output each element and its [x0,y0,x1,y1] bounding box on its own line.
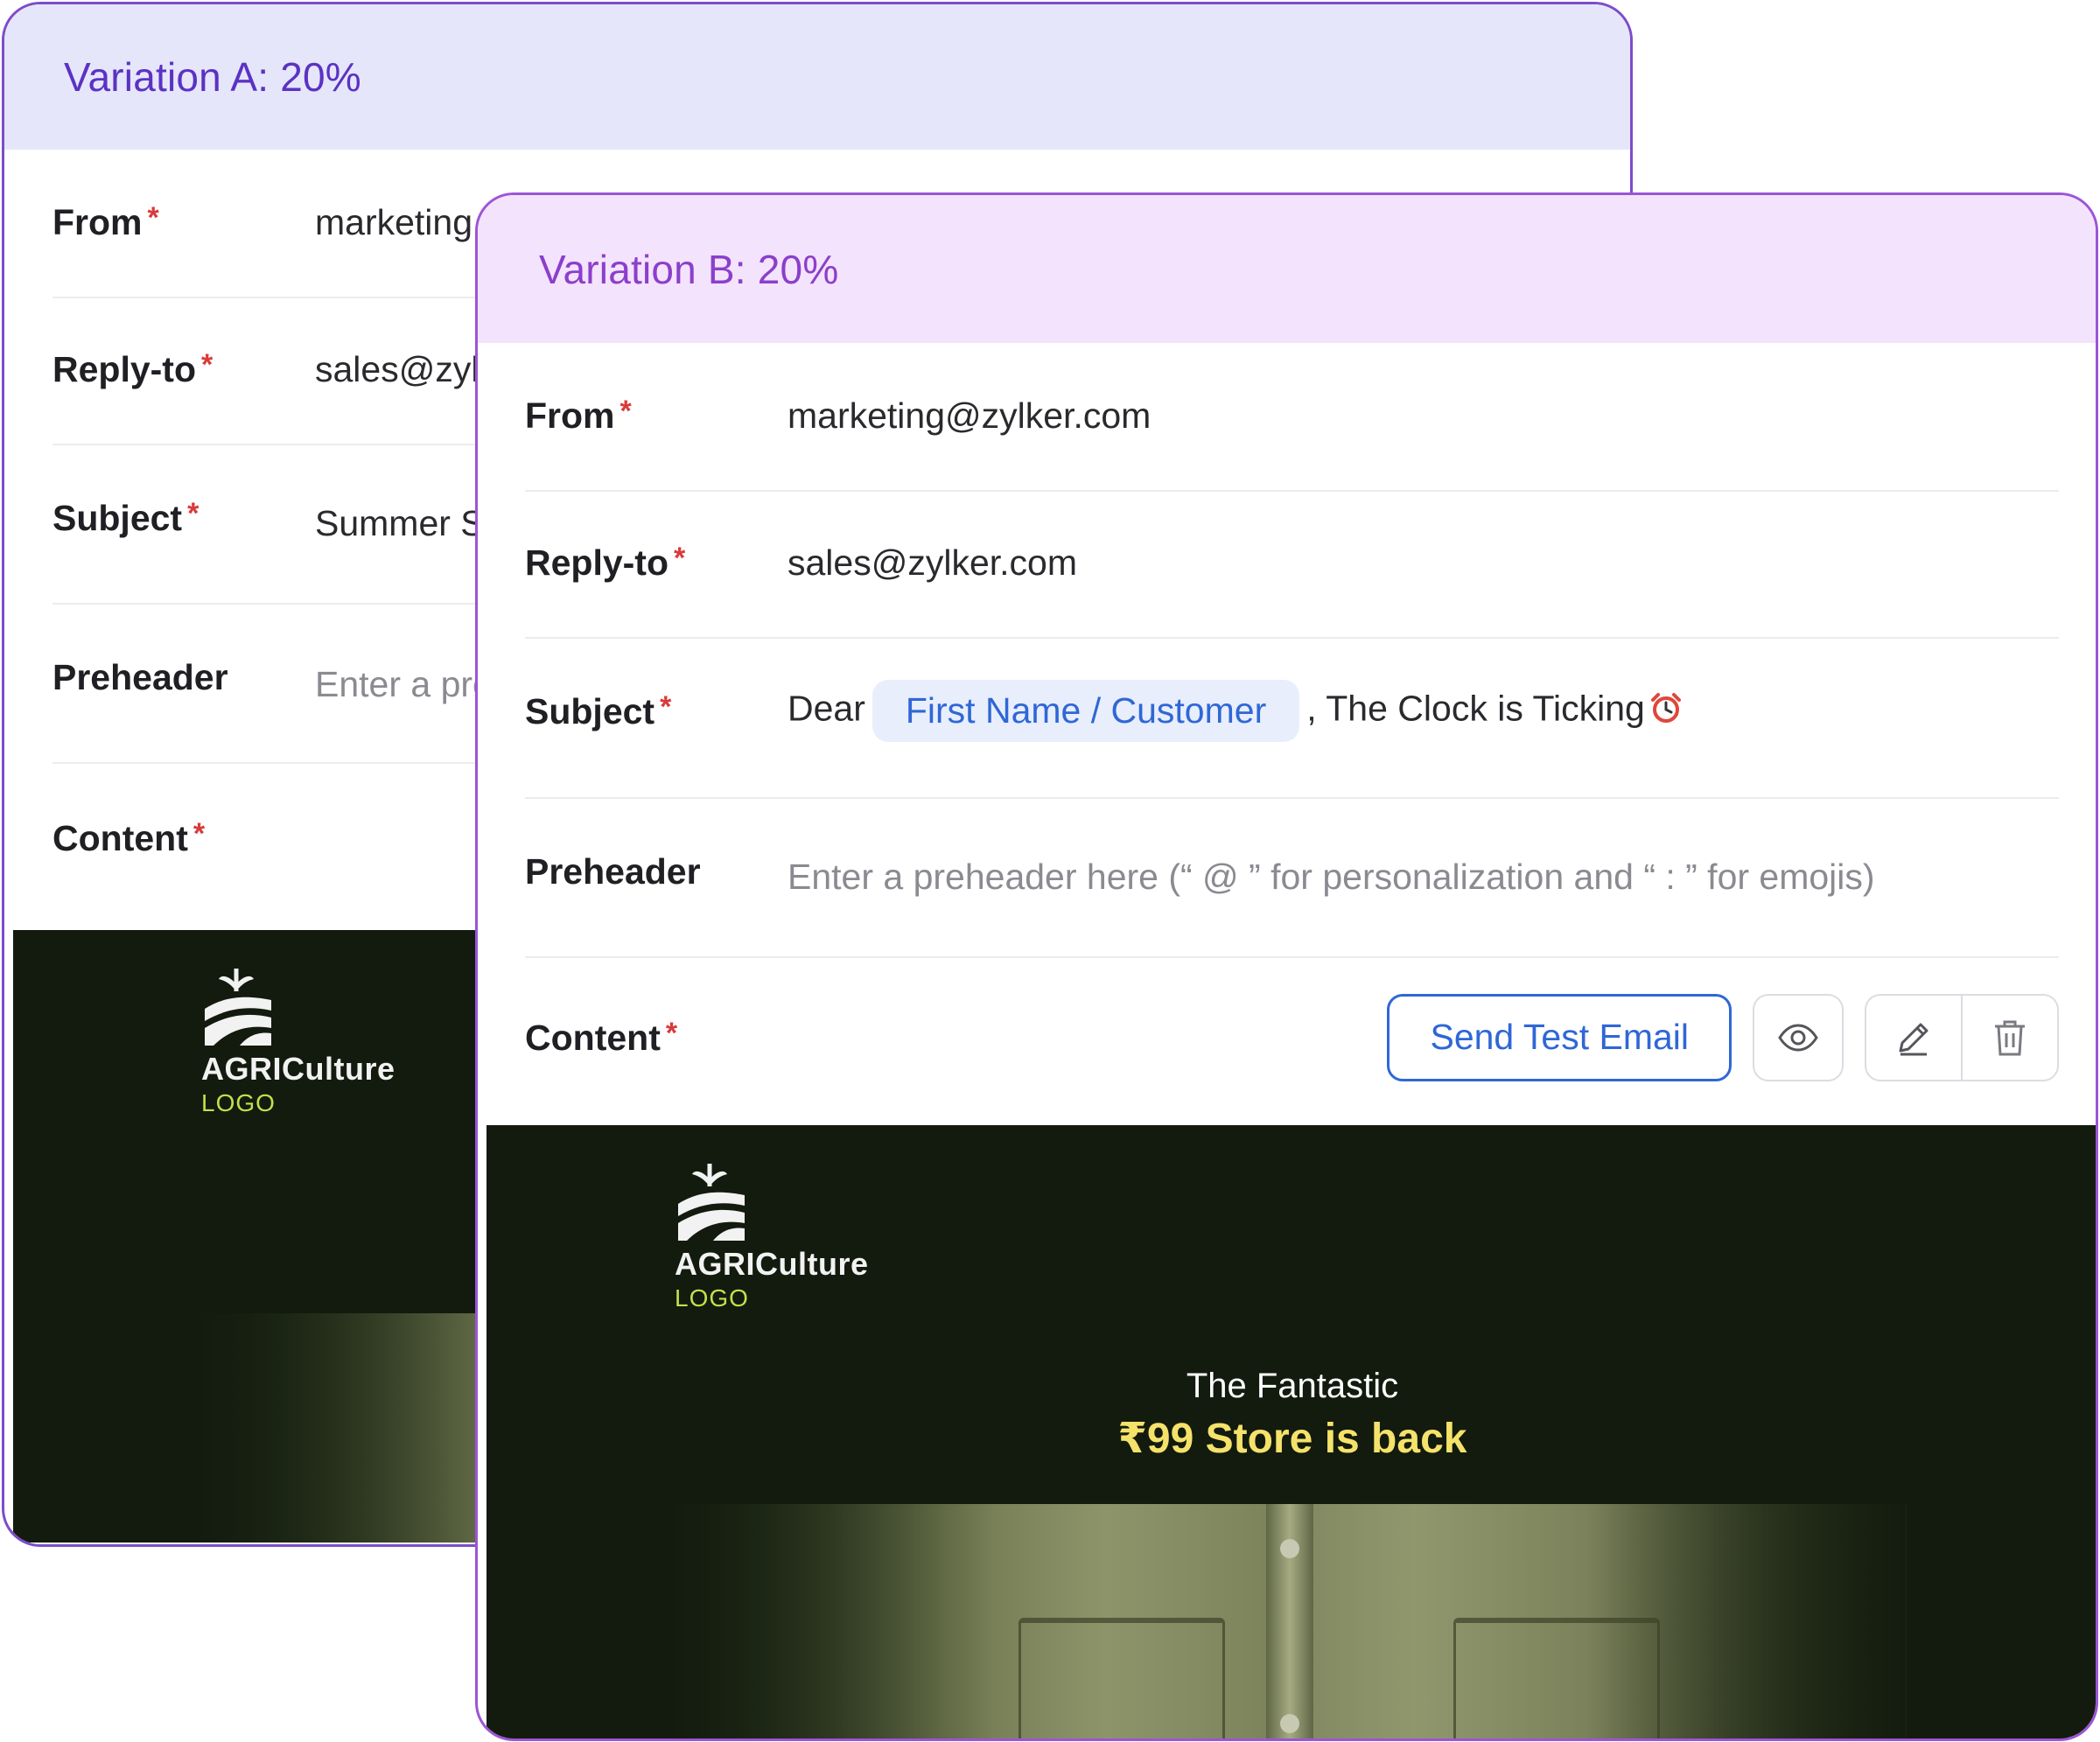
subject-label: Subject [52,498,183,538]
farm-logo-icon [205,969,271,1046]
required-marker: * [660,690,672,724]
trash-icon [1995,1020,2025,1055]
from-value[interactable]: marketing [315,202,472,243]
from-value[interactable]: marketing@zylker.com [788,395,1151,437]
required-marker: * [147,201,159,234]
pencil-icon [1899,1023,1928,1055]
edit-delete-group [1865,993,2059,1081]
logo-wordmark: AGRICulture [675,1246,869,1282]
edit-button[interactable] [1866,996,1961,1080]
brand-logo: AGRICulture LOGO [675,1160,869,1313]
email-headline-line1: The Fantastic [1186,1367,1399,1405]
from-row: From * marketing@zylker.com [525,343,2059,492]
variation-a-title: Variation A: 20% [64,54,361,100]
brand-logo: AGRICulture LOGO [201,965,396,1118]
reply-to-value[interactable]: sales@zyl [315,349,479,390]
content-actions: Send Test Email [1387,958,2059,1116]
required-marker: * [201,348,214,381]
preheader-input[interactable]: Enter a pre [315,664,493,705]
content-row: Content * Send Test Email [525,958,2059,1116]
subject-prefix: Dear [788,688,865,729]
from-label: From [525,395,615,436]
subject-row: Subject * Dear First Name / Customer, The … [525,639,2059,799]
delete-button[interactable] [1961,995,2057,1080]
content-label: Content [52,818,188,858]
hero-photo [673,1504,1907,1739]
send-test-email-button[interactable]: Send Test Email [1387,993,1732,1081]
email-preview: AGRICulture LOGO The Fantastic ₹99 Store… [486,1125,2096,1739]
preheader-label: Preheader [52,657,228,697]
preheader-row: Preheader Enter a preheader here (“ @ ” … [525,799,2059,958]
variation-b-card: Variation B: 20% From * marketing@zylker.… [475,192,2098,1741]
logo-wordmark: AGRICulture [201,1051,396,1087]
alarm-clock-icon [1650,692,1681,723]
subject-suffix: , The Clock is Ticking [1306,688,1645,729]
variation-a-header: Variation A: 20% [4,4,1630,150]
reply-to-row: Reply-to * sales@zylker.com [525,492,2059,639]
subject-input[interactable]: Dear First Name / Customer, The Clock is … [788,680,1682,742]
reply-to-label: Reply-to [525,542,668,583]
content-label: Content [525,1018,661,1058]
required-marker: * [665,1017,678,1050]
required-marker: * [192,817,206,850]
farm-logo-icon [678,1164,745,1241]
from-label: From [52,202,143,242]
eye-icon [1778,1023,1818,1052]
preview-button[interactable] [1753,993,1844,1081]
logo-subtext: LOGO [201,1089,276,1116]
required-marker: * [674,542,686,575]
variation-b-header: Variation B: 20% [478,195,2096,343]
email-headline-line2: ₹99 Store is back [1117,1416,1467,1462]
required-marker: * [620,395,632,428]
subject-label: Subject [525,691,655,731]
reply-to-label: Reply-to [52,349,196,389]
preheader-input[interactable]: Enter a preheader here (“ @ ” for person… [788,857,1875,898]
merge-tag-first-name[interactable]: First Name / Customer [872,680,1300,742]
required-marker: * [187,497,200,530]
variation-b-title: Variation B: 20% [539,246,839,292]
logo-subtext: LOGO [675,1284,749,1312]
reply-to-value[interactable]: sales@zylker.com [788,542,1077,584]
subject-value[interactable]: Summer S [315,503,485,544]
preheader-label: Preheader [525,851,701,892]
